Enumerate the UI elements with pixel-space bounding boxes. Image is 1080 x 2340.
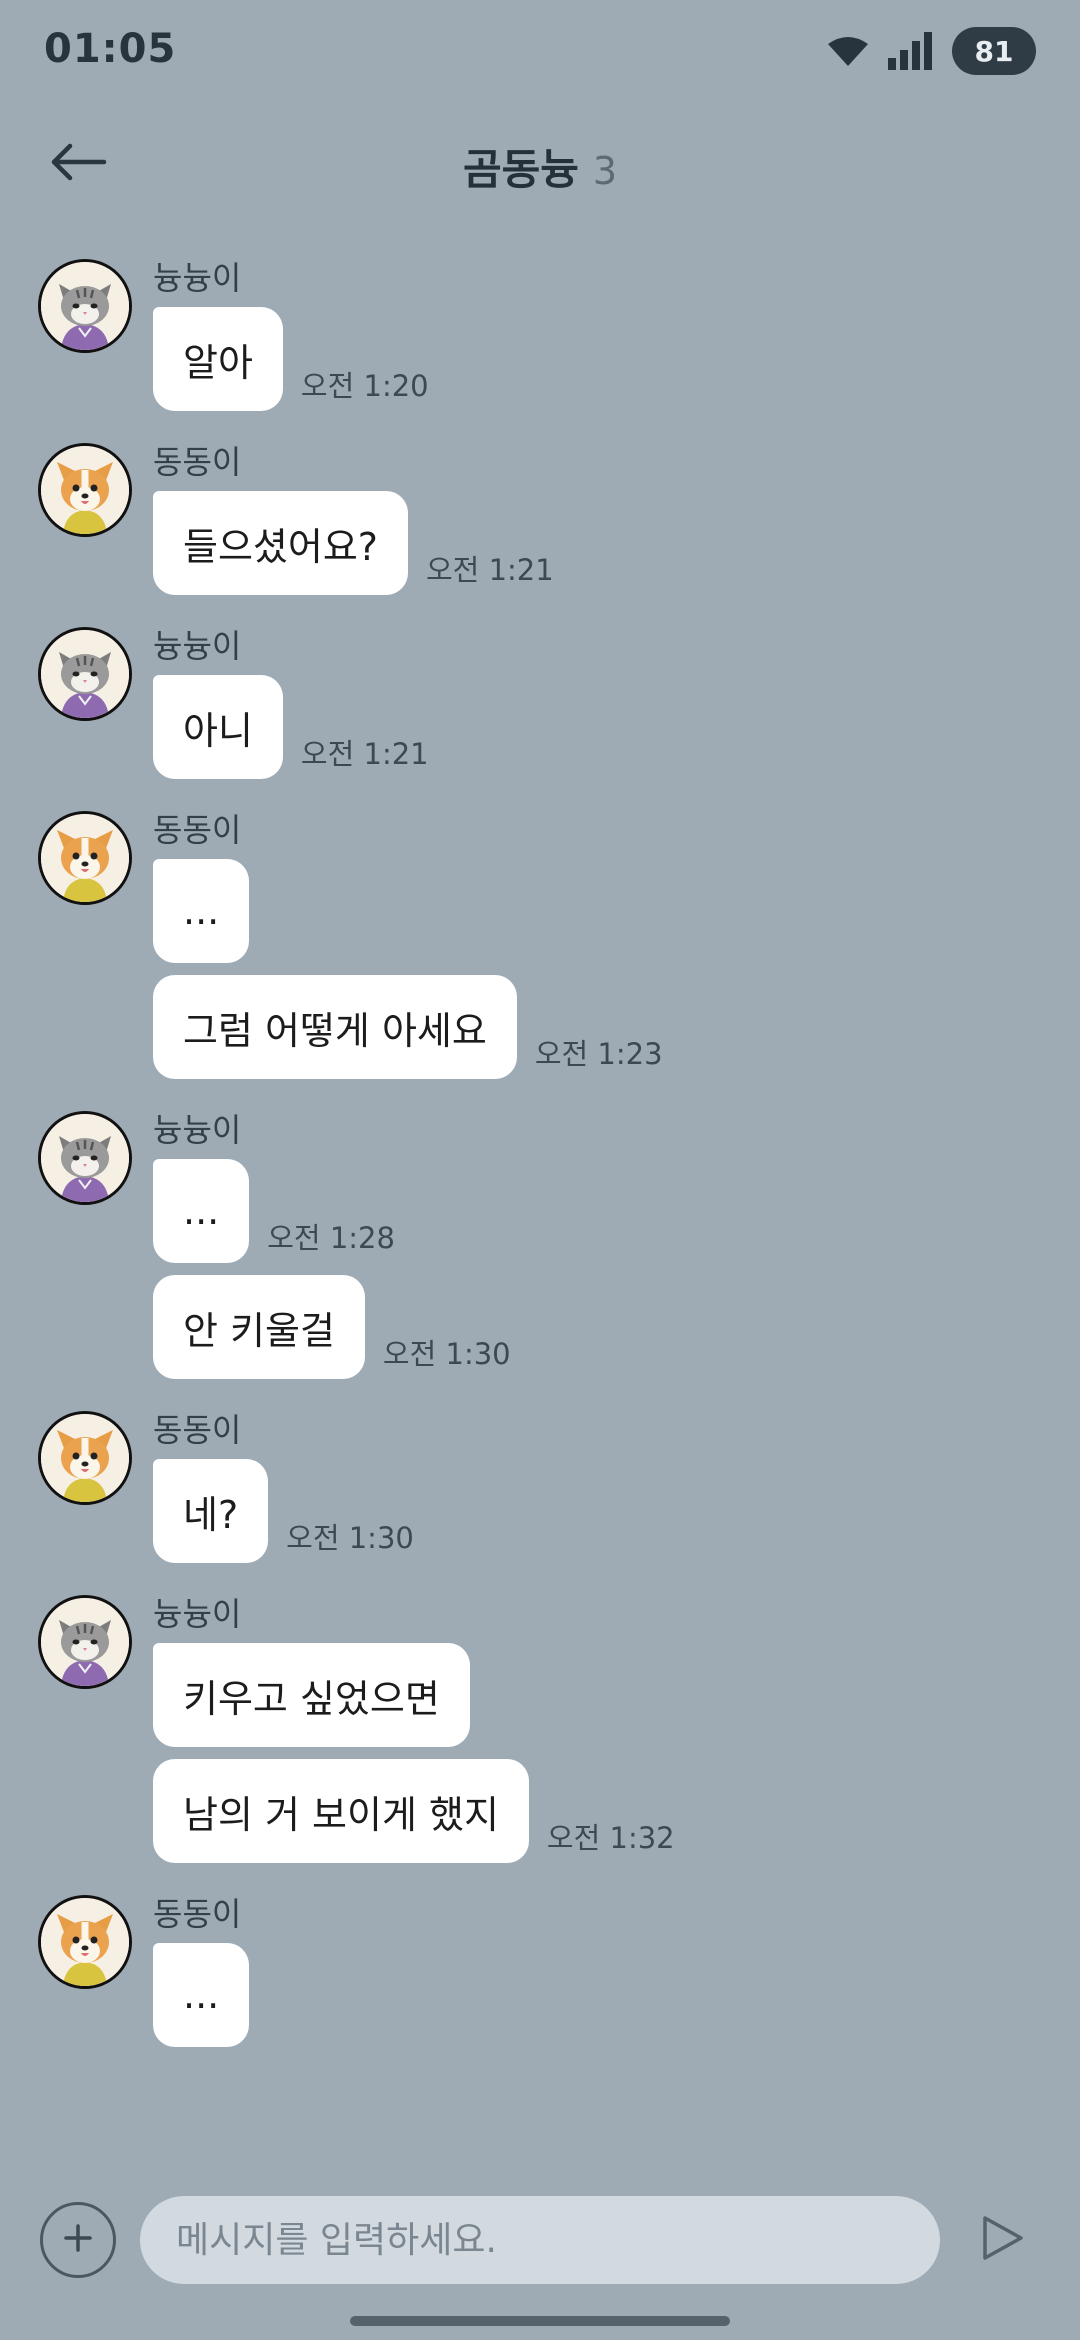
- message-row: 네? 오전 1:30: [153, 1459, 1080, 1563]
- cat-avatar-icon[interactable]: [38, 1111, 132, 1205]
- message-row: 들으셨어요? 오전 1:21: [153, 491, 1080, 595]
- message-bubble[interactable]: 안 키울걸: [153, 1275, 365, 1379]
- sender-name: 늉늉이: [153, 1595, 242, 1633]
- status-time: 01:05: [44, 26, 177, 72]
- sender-name: 늉늉이: [153, 259, 242, 297]
- send-button[interactable]: [968, 2210, 1038, 2270]
- message-group: 늉늉이... 오전 1:28 안 키울걸 오전 1:30: [0, 1107, 1080, 1379]
- message-row: 키우고 싶었으면: [153, 1643, 1080, 1747]
- message-time: 오전 1:30: [286, 1521, 414, 1555]
- message-group: 동동이...: [0, 1891, 1080, 2047]
- message-time: 오전 1:28: [267, 1221, 395, 1255]
- chat-screen: 01:05 81 곰동늉 3 늉늉이 알아 오전 1:20 동동이 들으셨어요?…: [0, 0, 1080, 2340]
- message-row: 남의 거 보이게 했지오전 1:32: [153, 1759, 1080, 1863]
- chat-header: 곰동늉 3: [0, 110, 1080, 220]
- message-row: ... 오전 1:28: [153, 1159, 1080, 1263]
- cat-avatar-icon[interactable]: [38, 259, 132, 353]
- sender-name: 동동이: [153, 1411, 242, 1449]
- message-time: 오전 1:20: [300, 369, 429, 403]
- dog-avatar-icon[interactable]: [38, 1895, 132, 1989]
- message-bubble[interactable]: 그럼 어떻게 아세요: [153, 975, 517, 1079]
- title-wrap: 곰동늉 3: [0, 136, 1080, 197]
- message-time: 오전 1:23: [534, 1037, 663, 1071]
- message-list: 늉늉이 알아 오전 1:20 동동이 들으셨어요? 오전 1:21 늉늉이 아니 오전 1:21…: [0, 255, 1080, 2075]
- message-row: 안 키울걸오전 1:30: [153, 1275, 1080, 1379]
- message-bubble[interactable]: ...: [153, 859, 250, 963]
- wifi-icon: [826, 34, 870, 68]
- message-time: 오전 1:30: [382, 1337, 511, 1371]
- message-bubble[interactable]: 알아: [153, 307, 283, 411]
- cat-avatar-icon[interactable]: [38, 627, 132, 721]
- sender-name: 늉늉이: [153, 627, 242, 665]
- message-group: 늉늉이키우고 싶었으면남의 거 보이게 했지오전 1:32: [0, 1591, 1080, 1863]
- member-count: 3: [592, 149, 618, 193]
- message-bubble[interactable]: 네?: [153, 1459, 269, 1563]
- home-indicator: [350, 2316, 730, 2326]
- status-bar: 01:05 81: [0, 0, 1080, 100]
- dog-avatar-icon[interactable]: [38, 1411, 132, 1505]
- message-group: 늉늉이아니오전 1:21: [0, 623, 1080, 779]
- message-bubble[interactable]: ...: [153, 1943, 250, 2047]
- input-bar: [0, 2180, 1080, 2300]
- message-group: 동동이네? 오전 1:30: [0, 1407, 1080, 1563]
- sender-name: 동동이: [153, 1895, 242, 1933]
- message-bubble[interactable]: 아니: [153, 675, 283, 779]
- sender-name: 동동이: [153, 443, 242, 481]
- sender-name: 늉늉이: [153, 1111, 242, 1149]
- message-row: 그럼 어떻게 아세요오전 1:23: [153, 975, 1080, 1079]
- message-row: 아니오전 1:21: [153, 675, 1080, 779]
- message-group: 동동이... 그럼 어떻게 아세요오전 1:23: [0, 807, 1080, 1079]
- message-row: 알아오전 1:20: [153, 307, 1080, 411]
- send-icon: [981, 2214, 1025, 2266]
- message-group: 늉늉이알아오전 1:20: [0, 255, 1080, 411]
- message-time: 오전 1:32: [546, 1821, 675, 1855]
- status-icons: 81: [826, 26, 1036, 76]
- message-time: 오전 1:21: [425, 553, 554, 587]
- message-group: 동동이들으셨어요? 오전 1:21: [0, 439, 1080, 595]
- plus-icon: [63, 2223, 93, 2257]
- dog-avatar-icon[interactable]: [38, 811, 132, 905]
- message-row: ...: [153, 1943, 1080, 2047]
- sender-name: 동동이: [153, 811, 242, 849]
- plus-button[interactable]: [40, 2202, 116, 2278]
- cat-avatar-icon[interactable]: [38, 1595, 132, 1689]
- signal-icon: [888, 32, 934, 70]
- battery-badge: 81: [952, 27, 1036, 75]
- room-title: 곰동늉: [462, 145, 579, 194]
- message-bubble[interactable]: 들으셨어요?: [153, 491, 408, 595]
- message-input[interactable]: [140, 2196, 940, 2284]
- message-time: 오전 1:21: [300, 737, 429, 771]
- message-bubble[interactable]: 남의 거 보이게 했지: [153, 1759, 529, 1863]
- dog-avatar-icon[interactable]: [38, 443, 132, 537]
- message-bubble[interactable]: ...: [153, 1159, 250, 1263]
- message-row: ...: [153, 859, 1080, 963]
- message-bubble[interactable]: 키우고 싶었으면: [153, 1643, 470, 1747]
